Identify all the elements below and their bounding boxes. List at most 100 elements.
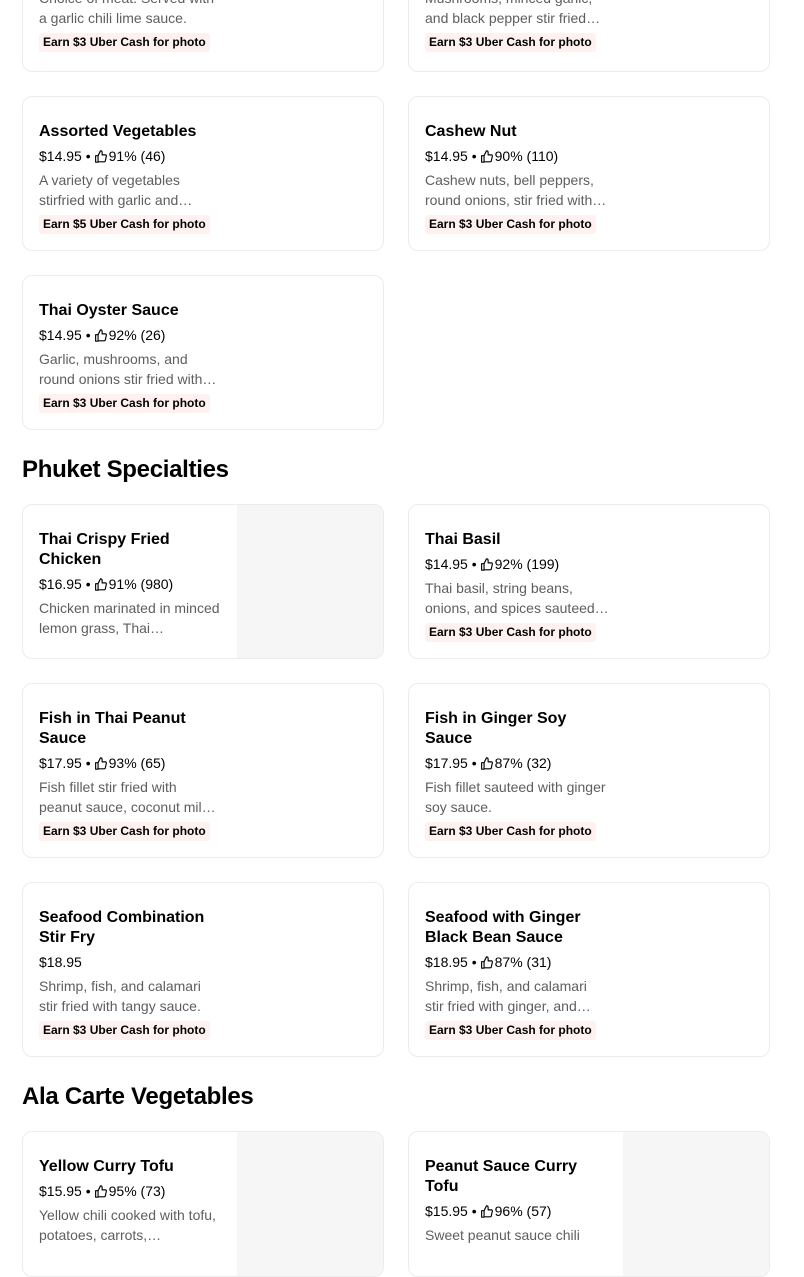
menu-item-card[interactable]: Assorted Vegetables $14.95 • 91% (46) A … — [22, 96, 384, 251]
menu-item-rating: 92% (199) — [494, 556, 560, 572]
thumbs-up-icon — [480, 756, 493, 770]
menu-item-rating: 96% (57) — [494, 1203, 552, 1219]
menu-item-info: Assorted Vegetables $14.95 • 91% (46) A … — [39, 122, 223, 234]
menu-item-card[interactable]: Thai Oyster Sauce $14.95 • 92% (26) Garl… — [22, 275, 384, 430]
menu-item-description: Fish fillet sauteed with ginger soy sauc… — [425, 779, 606, 815]
menu-item-info: Seafood Combination Stir Fry $18.95 Shri… — [39, 908, 223, 1040]
menu-item-meta: $18.95 • 87% (31) — [425, 953, 609, 971]
menu-item-card[interactable]: Peanut Sauce Curry Tofu $15.95 • 96% (57… — [408, 1131, 770, 1277]
menu-item-price: $14.95 • — [425, 148, 477, 164]
uber-cash-badge: Earn $5 Uber Cash for photo — [39, 215, 210, 234]
menu-item-description: Choice of meat. Served with a garlic chi… — [39, 0, 214, 26]
menu-item-info: Peanut Sauce Curry Tofu $15.95 • 96% (57… — [425, 1157, 609, 1245]
menu-item-name: Yellow Curry Tofu — [39, 1158, 174, 1175]
menu-item-price: $17.95 • — [425, 755, 477, 771]
menu-item-price: $15.95 • — [39, 1183, 91, 1199]
menu-grid-top: Choice of meat. Served with a garlic chi… — [22, 0, 804, 430]
menu-item-rating: 87% (31) — [494, 954, 552, 970]
menu-item-name: Thai Oyster Sauce — [39, 302, 179, 319]
menu-item-card[interactable]: Seafood Combination Stir Fry $18.95 Shri… — [22, 882, 384, 1057]
menu-item-card[interactable]: Choice of meat. Served with a garlic chi… — [22, 0, 384, 72]
menu-grid-ala-carte: Yellow Curry Tofu $15.95 • 95% (73) Yell… — [22, 1131, 804, 1277]
uber-cash-badge: Earn $3 Uber Cash for photo — [39, 1021, 210, 1040]
thumbs-up-icon — [480, 955, 493, 969]
menu-item-card[interactable]: Seafood with Ginger Black Bean Sauce $18… — [408, 882, 770, 1057]
menu-item-description: Yellow chili cooked with tofu, potatoes,… — [39, 1207, 216, 1243]
menu-item-name: Thai Basil — [425, 531, 501, 548]
menu-item-card[interactable]: Thai Crispy Fried Chicken $16.95 • 91% (… — [22, 504, 384, 659]
menu-item-info: Thai Crispy Fried Chicken $16.95 • 91% (… — [39, 530, 223, 638]
menu-item-card[interactable]: Mushrooms, minced garlic, and black pepp… — [408, 0, 770, 72]
uber-cash-badge: Earn $3 Uber Cash for photo — [425, 822, 596, 841]
menu-item-name: Thai Crispy Fried Chicken — [39, 531, 170, 568]
menu-item-card[interactable]: Fish in Ginger Soy Sauce $17.95 • 87% (3… — [408, 683, 770, 858]
menu-item-rating: 87% (32) — [494, 755, 552, 771]
menu-item-meta: $14.95 • 91% (46) — [39, 147, 223, 165]
menu-item-name: Peanut Sauce Curry Tofu — [425, 1158, 578, 1195]
thumbs-up-icon — [480, 149, 493, 163]
thumbs-up-icon — [94, 1184, 107, 1198]
menu-item-info: Seafood with Ginger Black Bean Sauce $18… — [425, 908, 609, 1040]
menu-item-price: $18.95 — [39, 954, 82, 970]
menu-item-price: $17.95 • — [39, 755, 91, 771]
menu-item-card[interactable]: Thai Basil $14.95 • 92% (199) Thai basil… — [408, 504, 770, 659]
thumbs-up-icon — [94, 328, 107, 342]
menu-item-info: Mushrooms, minced garlic, and black pepp… — [425, 0, 609, 52]
menu-item-description: Thai basil, string beans, onions, and sp… — [425, 580, 609, 616]
menu-item-description: Garlic, mushrooms, and round onions stir… — [39, 351, 217, 387]
menu-item-name: Cashew Nut — [425, 123, 517, 140]
thumbs-up-icon — [94, 149, 107, 163]
menu-item-meta: $17.95 • 87% (32) — [425, 754, 609, 772]
menu-item-info: Fish in Thai Peanut Sauce $17.95 • 93% (… — [39, 709, 223, 841]
menu-item-description: Fish fillet stir fried with peanut sauce… — [39, 779, 216, 815]
menu-item-price: $14.95 • — [39, 327, 91, 343]
uber-cash-badge: Earn $3 Uber Cash for photo — [425, 33, 596, 52]
uber-cash-badge: Earn $3 Uber Cash for photo — [425, 623, 596, 642]
menu-item-meta: $15.95 • 96% (57) — [425, 1202, 609, 1220]
menu-item-meta: $14.95 • 92% (199) — [425, 555, 609, 573]
menu-item-description: Shrimp, fish, and calamari stir fried wi… — [39, 978, 201, 1014]
menu-item-card[interactable]: Fish in Thai Peanut Sauce $17.95 • 93% (… — [22, 683, 384, 858]
menu-item-info: Yellow Curry Tofu $15.95 • 95% (73) Yell… — [39, 1157, 223, 1245]
menu-item-description: Shrimp, fish, and calamari stir fried wi… — [425, 978, 591, 1014]
thumbs-up-icon — [480, 1204, 493, 1218]
menu-item-price: $14.95 • — [425, 556, 477, 572]
menu-item-price: $14.95 • — [39, 148, 91, 164]
menu-page: Choice of meat. Served with a garlic chi… — [0, 0, 804, 1277]
menu-item-meta: $15.95 • 95% (73) — [39, 1182, 223, 1200]
menu-item-rating: 91% (46) — [108, 148, 166, 164]
uber-cash-badge: Earn $3 Uber Cash for photo — [39, 822, 210, 841]
menu-item-price: $15.95 • — [425, 1203, 477, 1219]
menu-item-meta: $16.95 • 91% (980) — [39, 575, 223, 593]
menu-item-image — [237, 1132, 383, 1276]
menu-item-card[interactable]: Cashew Nut $14.95 • 90% (110) Cashew nut… — [408, 96, 770, 251]
menu-item-name: Assorted Vegetables — [39, 123, 197, 140]
menu-item-price: $16.95 • — [39, 576, 91, 592]
menu-item-meta: $17.95 • 93% (65) — [39, 754, 223, 772]
menu-item-name: Fish in Thai Peanut Sauce — [39, 710, 186, 747]
menu-item-image — [237, 505, 383, 658]
menu-item-name: Seafood Combination Stir Fry — [39, 909, 205, 946]
menu-item-meta: $18.95 — [39, 953, 223, 971]
uber-cash-badge: Earn $3 Uber Cash for photo — [425, 215, 596, 234]
menu-item-description: Chicken marinated in minced lemon grass,… — [39, 600, 220, 636]
menu-item-info: Thai Oyster Sauce $14.95 • 92% (26) Garl… — [39, 301, 223, 413]
menu-item-card[interactable]: Yellow Curry Tofu $15.95 • 95% (73) Yell… — [22, 1131, 384, 1277]
menu-item-name: Seafood with Ginger Black Bean Sauce — [425, 909, 581, 946]
uber-cash-badge: Earn $3 Uber Cash for photo — [39, 33, 210, 52]
menu-item-rating: 92% (26) — [108, 327, 166, 343]
menu-item-name: Fish in Ginger Soy Sauce — [425, 710, 567, 747]
uber-cash-badge: Earn $3 Uber Cash for photo — [39, 394, 210, 413]
section-title-ala-carte-vegetables: Ala Carte Vegetables — [22, 1083, 254, 1110]
menu-item-description: Sweet peanut sauce chili — [425, 1227, 580, 1243]
uber-cash-badge: Earn $3 Uber Cash for photo — [425, 1021, 596, 1040]
menu-item-meta: $14.95 • 92% (26) — [39, 326, 223, 344]
menu-item-info: Choice of meat. Served with a garlic chi… — [39, 0, 223, 52]
menu-item-rating: 90% (110) — [494, 148, 559, 164]
menu-item-meta: $14.95 • 90% (110) — [425, 147, 609, 165]
thumbs-up-icon — [94, 577, 107, 591]
menu-grid-phuket: Thai Crispy Fried Chicken $16.95 • 91% (… — [22, 504, 804, 1057]
menu-item-rating: 93% (65) — [108, 755, 166, 771]
menu-item-description: Mushrooms, minced garlic, and black pepp… — [425, 0, 592, 26]
menu-item-info: Cashew Nut $14.95 • 90% (110) Cashew nut… — [425, 122, 609, 234]
